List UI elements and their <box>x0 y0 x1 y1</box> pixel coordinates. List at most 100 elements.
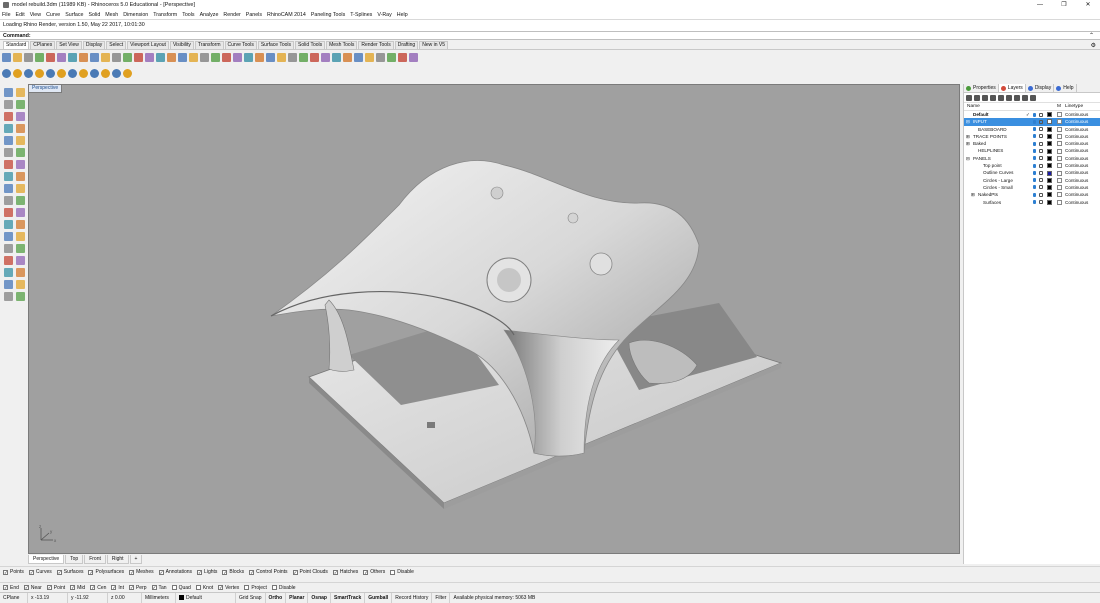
layer-color-swatch[interactable] <box>1047 141 1052 147</box>
expand-icon[interactable]: ⊞ <box>971 191 975 198</box>
layer-row[interactable]: ⊞ Baked Continuous <box>964 140 1100 147</box>
filter-blocks[interactable]: ✓ Blocks <box>222 569 244 575</box>
render-tool-icon[interactable] <box>35 68 44 78</box>
osnap-checkbox[interactable]: ✓ <box>151 585 157 590</box>
material-swatch[interactable] <box>1057 192 1062 198</box>
layer-row[interactable]: Circles - Large Continuous <box>964 177 1100 184</box>
osnap-checkbox[interactable]: ✓ <box>23 585 29 590</box>
material-swatch[interactable] <box>1057 155 1062 161</box>
viewport-tab-perspective[interactable]: Perspective <box>28 555 65 564</box>
material-swatch[interactable] <box>1057 134 1062 140</box>
toolbar-button-icon[interactable] <box>233 52 242 62</box>
toggle-smarttrack[interactable]: SmartTrack <box>331 592 366 603</box>
osnap-checkbox[interactable] <box>171 585 177 590</box>
osnap-vertex[interactable]: ✓ Vertex <box>218 585 239 591</box>
help-icon[interactable] <box>1030 94 1036 101</box>
toggle-grid-snap[interactable]: Grid Snap <box>236 592 266 603</box>
tab-select[interactable]: Select <box>106 41 127 49</box>
tab-set-view[interactable]: Set View <box>56 41 82 49</box>
toolbar-button-icon[interactable] <box>46 52 55 62</box>
layer-color-swatch[interactable] <box>1047 192 1052 198</box>
tool-icon[interactable] <box>4 160 13 169</box>
tab-surface-tools[interactable]: Surface Tools <box>257 41 295 49</box>
move-down-icon[interactable] <box>998 94 1004 101</box>
toolbar-button-icon[interactable] <box>332 52 341 62</box>
toolbar-button-icon[interactable] <box>387 52 396 62</box>
osnap-mid[interactable]: ✓ Mid <box>70 585 85 591</box>
filter-checkbox[interactable]: ✓ <box>56 569 62 575</box>
toolbar-button-icon[interactable] <box>244 52 253 62</box>
tool-icon[interactable] <box>4 136 13 145</box>
tab-solid-tools[interactable]: Solid Tools <box>295 41 326 49</box>
tool-icon[interactable] <box>16 268 25 277</box>
material-swatch[interactable] <box>1057 185 1062 191</box>
command-input[interactable] <box>30 32 1071 39</box>
visibility-bulb-icon[interactable] <box>1033 163 1036 168</box>
layer-row[interactable]: Default ✓ Continuous <box>964 111 1100 118</box>
osnap-int[interactable]: ✓ Int <box>111 585 124 591</box>
filter-checkbox[interactable]: ✓ <box>332 569 338 575</box>
material-swatch[interactable] <box>1057 148 1062 154</box>
tool-icon[interactable] <box>16 280 25 289</box>
tool-icon[interactable] <box>4 196 13 205</box>
panel-tab-layers[interactable]: Layers <box>998 84 1026 92</box>
osnap-perp[interactable]: ✓ Perp <box>128 585 147 591</box>
layer-row[interactable]: ⊞ TRACE POINTS Continuous <box>964 133 1100 140</box>
filter-checkbox[interactable]: ✓ <box>222 569 228 575</box>
tools-icon[interactable] <box>1022 94 1028 101</box>
lock-icon[interactable] <box>1039 112 1043 117</box>
layer-color-swatch[interactable] <box>1047 155 1052 161</box>
material-swatch[interactable] <box>1057 141 1062 147</box>
lock-icon[interactable] <box>1039 170 1043 175</box>
perspective-viewport[interactable]: Perspective z y x <box>28 84 960 554</box>
toolbar-button-icon[interactable] <box>398 52 407 62</box>
tool-icon[interactable] <box>4 268 13 277</box>
lock-icon[interactable] <box>1039 200 1043 205</box>
toolbar-button-icon[interactable] <box>343 52 352 62</box>
layer-color-swatch[interactable] <box>1047 199 1052 205</box>
tool-icon[interactable] <box>4 292 13 301</box>
lock-icon[interactable] <box>1039 156 1043 161</box>
toolbar-button-icon[interactable] <box>123 52 132 62</box>
tool-icon[interactable] <box>4 124 13 133</box>
tool-icon[interactable] <box>16 256 25 265</box>
osnap-cen[interactable]: ✓ Cen <box>90 585 106 591</box>
menu-analyze[interactable]: Analyze <box>200 12 219 18</box>
filter-checkbox[interactable] <box>390 569 396 575</box>
tab-transform[interactable]: Transform <box>194 41 224 49</box>
toggle-planar[interactable]: Planar <box>286 592 309 603</box>
layer-color-swatch[interactable] <box>1047 163 1052 169</box>
toggle-osnap[interactable]: Osnap <box>308 592 331 603</box>
menu-tools[interactable]: Tools <box>182 12 194 18</box>
filter-checkbox[interactable]: ✓ <box>28 569 34 575</box>
tool-icon[interactable] <box>16 160 25 169</box>
cplane-label[interactable]: CPlane <box>0 592 28 603</box>
tab-mesh-tools[interactable]: Mesh Tools <box>326 41 358 49</box>
expand-icon[interactable]: ⊟ <box>966 118 970 125</box>
toolbar-button-icon[interactable] <box>79 52 88 62</box>
tool-icon[interactable] <box>16 148 25 157</box>
lock-icon[interactable] <box>1039 134 1043 139</box>
menu-view[interactable]: View <box>30 12 41 18</box>
osnap-point[interactable]: ✓ Point <box>46 585 65 591</box>
osnap-checkbox[interactable] <box>271 585 277 590</box>
render-tool-icon[interactable] <box>101 68 110 78</box>
toolbar-button-icon[interactable] <box>101 52 110 62</box>
toolbar-button-icon[interactable] <box>277 52 286 62</box>
render-tool-icon[interactable] <box>57 68 66 78</box>
filter-lights[interactable]: ✓ Lights <box>197 569 217 575</box>
visibility-bulb-icon[interactable] <box>1033 141 1036 146</box>
tool-icon[interactable] <box>4 112 13 121</box>
add-viewport-tab-button[interactable]: + <box>129 555 143 564</box>
tab-curve-tools[interactable]: Curve Tools <box>224 41 257 49</box>
layer-row[interactable]: BASEBOARD Continuous <box>964 126 1100 133</box>
visibility-bulb-icon[interactable] <box>1033 185 1036 190</box>
panel-tab-properties[interactable]: Properties <box>964 84 999 92</box>
lock-icon[interactable] <box>1039 178 1043 183</box>
toolbar-button-icon[interactable] <box>365 52 374 62</box>
toolbar-button-icon[interactable] <box>255 52 264 62</box>
layer-color-swatch[interactable] <box>1047 185 1052 191</box>
lock-icon[interactable] <box>1039 119 1043 124</box>
tool-icon[interactable] <box>16 292 25 301</box>
layer-row[interactable]: ⊟ PANELS Continuous <box>964 155 1100 162</box>
